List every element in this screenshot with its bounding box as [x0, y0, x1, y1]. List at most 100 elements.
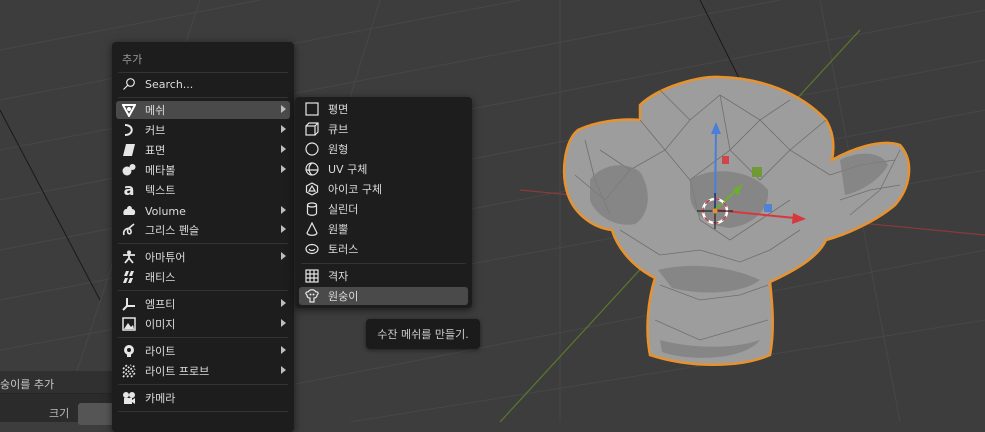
submenu-item-torus[interactable]: 토러스 [299, 240, 468, 258]
menu-item-label: 커브 [145, 124, 166, 137]
size-label: 크기 [49, 407, 70, 420]
submenu-item-circle[interactable]: 원형 [299, 140, 468, 158]
operator-panel-title: 숭이를 추가 [0, 378, 55, 391]
add-menu: 추가 Search... 메쉬 커브 표면 메타볼 a 텍스트 Volume 그… [112, 42, 294, 432]
submenu-arrow-icon [281, 105, 286, 113]
menu-item-label: 메타볼 [145, 164, 176, 177]
submenu-arrow-icon [281, 225, 286, 233]
menu-item-armature[interactable]: 아마튜어 [116, 248, 290, 266]
metaball-icon [121, 162, 137, 178]
menu-separator [118, 97, 288, 98]
submenu-arrow-icon [281, 145, 286, 153]
armature-icon [121, 249, 137, 265]
submenu-item-cube[interactable]: 큐브 [299, 120, 468, 138]
grease-pencil-icon [121, 222, 137, 238]
menu-item-label: 격자 [328, 270, 349, 283]
submenu-item-cone[interactable]: 원뿔 [299, 220, 468, 238]
menu-item-camera[interactable]: 카메라 [116, 389, 290, 407]
submenu-arrow-icon [281, 165, 286, 173]
menu-item-label: 메쉬 [145, 104, 166, 117]
image-icon [121, 316, 137, 332]
camera-icon [121, 390, 137, 406]
menu-item-label: 라이트 프로브 [145, 365, 210, 378]
menu-item-label: 큐브 [328, 123, 349, 136]
menu-item-label: 아마튜어 [145, 251, 186, 264]
menu-separator [118, 290, 288, 291]
submenu-arrow-icon [281, 346, 286, 354]
menu-item-empty[interactable]: 엠프티 [116, 295, 290, 313]
circle-icon [304, 141, 320, 157]
torus-icon [304, 241, 320, 257]
surface-icon [121, 142, 137, 158]
menu-separator [118, 243, 288, 244]
menu-item-lattice[interactable]: 래티스 [116, 268, 290, 286]
menu-item-label: UV 구체 [328, 163, 368, 176]
menu-item-label: 그리스 펜슬 [145, 224, 200, 237]
submenu-item-grid[interactable]: 격자 [299, 267, 468, 285]
menu-separator [118, 384, 288, 385]
submenu-arrow-icon [281, 125, 286, 133]
menu-separator [118, 411, 288, 412]
menu-item-label: 표면 [145, 144, 166, 157]
submenu-arrow-icon [281, 252, 286, 260]
menu-item-light-probe[interactable]: 라이트 프로브 [116, 362, 290, 380]
tooltip: 수잔 메쉬를 만들기. [366, 319, 480, 349]
cylinder-icon [304, 201, 320, 217]
plane-icon [304, 101, 320, 117]
tooltip-text: 수잔 메쉬를 만들기. [377, 328, 469, 341]
menu-item-label: 래티스 [145, 271, 176, 284]
cone-icon [304, 221, 320, 237]
submenu-arrow-icon [281, 319, 286, 327]
menu-item-label: 원형 [328, 143, 349, 156]
menu-item-label: 카메라 [145, 392, 176, 405]
volume-icon [121, 203, 137, 219]
menu-item-label: 원뿔 [328, 223, 349, 236]
submenu-item-uv-sphere[interactable]: UV 구체 [299, 160, 468, 178]
viewport-edge-line [0, 109, 101, 301]
menu-item-light[interactable]: 라이트 [116, 342, 290, 360]
submenu-item-ico-sphere[interactable]: 아이코 구체 [299, 180, 468, 198]
menu-item-label: 평면 [328, 103, 349, 116]
search-label: Search... [145, 77, 194, 91]
submenu-arrow-icon [281, 206, 286, 214]
menu-item-surface[interactable]: 표면 [116, 141, 290, 159]
gizmo-z-plane-handle[interactable] [722, 156, 729, 164]
operator-panel-header[interactable]: 숭이를 추가 [0, 371, 112, 394]
menu-item-curve[interactable]: 커브 [116, 121, 290, 139]
grid-icon [304, 268, 320, 284]
menu-item-label: 아이코 구체 [328, 183, 383, 196]
text-icon: a [123, 180, 135, 199]
submenu-item-cylinder[interactable]: 실린더 [299, 200, 468, 218]
submenu-item-plane[interactable]: 평면 [299, 100, 468, 118]
submenu-item-monkey[interactable]: 원숭이 [299, 287, 468, 305]
operator-redo-panel: 숭이를 추가 크기 [0, 371, 118, 425]
menu-item-grease-pencil[interactable]: 그리스 펜슬 [116, 221, 290, 239]
light-probe-icon [121, 363, 137, 379]
menu-item-label: 이미지 [145, 318, 176, 331]
menu-separator [118, 72, 288, 73]
menu-separator [301, 263, 466, 264]
menu-item-label: 토러스 [328, 243, 359, 256]
menu-item-label: Volume [145, 204, 186, 218]
menu-item-metaball[interactable]: 메타볼 [116, 161, 290, 179]
menu-item-mesh[interactable]: 메쉬 [116, 101, 290, 119]
gizmo-xy-plane-handle[interactable] [764, 204, 772, 212]
menu-search[interactable]: Search... [116, 75, 290, 93]
lattice-icon [121, 269, 137, 285]
gizmo-xz-plane-handle[interactable] [752, 167, 762, 177]
add-menu-title: 추가 [122, 53, 143, 66]
menu-item-volume[interactable]: Volume [116, 202, 290, 220]
mesh-icon [121, 102, 137, 118]
menu-item-image[interactable]: 이미지 [116, 315, 290, 333]
menu-item-text[interactable]: a 텍스트 [116, 181, 290, 199]
menu-separator [118, 337, 288, 338]
menu-item-label: 실린더 [328, 203, 359, 216]
object-origin-dot [712, 208, 718, 214]
menu-item-label: 텍스트 [145, 184, 176, 197]
submenu-arrow-icon [281, 299, 286, 307]
menu-item-label: 엠프티 [145, 298, 176, 311]
monkey-icon [304, 288, 320, 304]
submenu-arrow-icon [281, 366, 286, 374]
menu-item-label: 라이트 [145, 345, 176, 358]
search-icon [121, 76, 137, 92]
